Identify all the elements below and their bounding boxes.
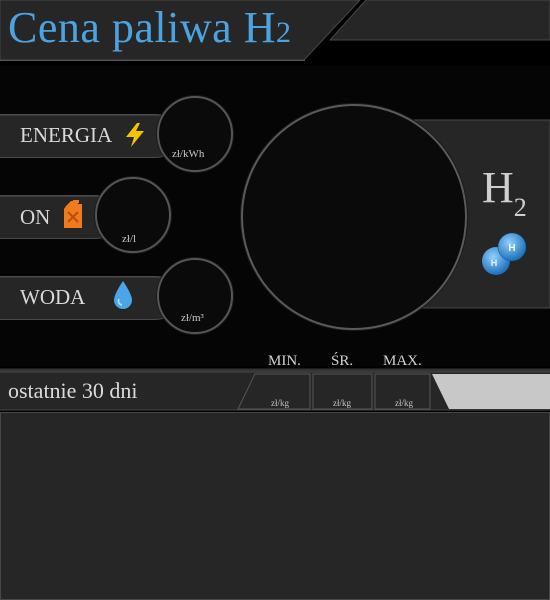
h2-symbol-subscript: 2 bbox=[513, 193, 527, 222]
atom-label-1: H bbox=[508, 243, 515, 254]
lightning-icon bbox=[126, 123, 144, 147]
energia-unit: zł/kWh bbox=[172, 148, 205, 160]
period-label: ostatnie 30 dni bbox=[8, 378, 138, 403]
history-chart-area bbox=[0, 412, 550, 600]
fuel-label-woda: WODA bbox=[20, 285, 86, 309]
stat-unit-min: zł/kg bbox=[271, 398, 289, 408]
hydrogen-molecule-icon: H H bbox=[482, 232, 527, 275]
stat-unit-max: zł/kg bbox=[395, 398, 413, 408]
h2-symbol-letter: H bbox=[482, 163, 514, 212]
fuel-label-energia: ENERGIA bbox=[20, 123, 113, 147]
atom-label-2: H bbox=[491, 258, 498, 268]
fuel-canister-icon bbox=[64, 200, 82, 228]
page-title: Cena paliwa H2 bbox=[8, 2, 291, 53]
page-title-subscript: 2 bbox=[275, 16, 292, 49]
stat-unit-avg: zł/kg bbox=[333, 398, 351, 408]
woda-unit: zł/m³ bbox=[181, 312, 204, 324]
energia-price-dial bbox=[157, 96, 233, 172]
fuel-label-on: ON bbox=[20, 205, 51, 229]
page-title-text: Cena paliwa H bbox=[8, 3, 276, 52]
water-drop-icon bbox=[114, 281, 132, 309]
h2-price-dial bbox=[241, 104, 467, 330]
h2-symbol: H2 bbox=[482, 162, 527, 222]
on-unit: zł/l bbox=[122, 233, 137, 245]
